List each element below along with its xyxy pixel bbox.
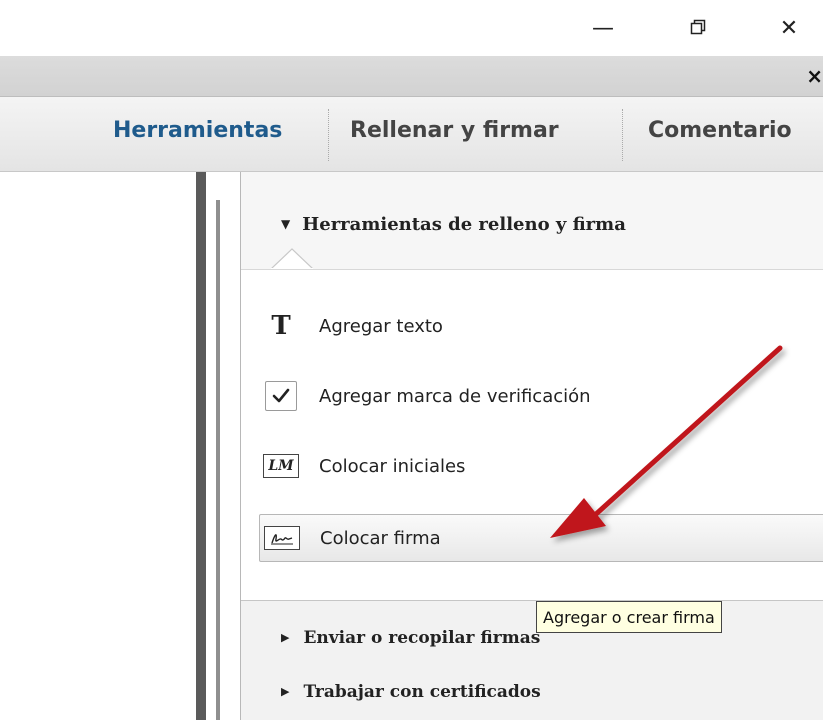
expand-triangle-icon: ▶ [281, 685, 290, 698]
tool-label: Colocar iniciales [319, 455, 466, 477]
close-icon: ✕ [779, 15, 799, 41]
tooltip: Agregar o crear firma [536, 601, 722, 633]
tool-label: Agregar texto [319, 315, 443, 337]
panel-splitter[interactable] [216, 200, 220, 720]
document-strip: × [0, 56, 823, 97]
subsection-label: Enviar o recopilar firmas [303, 628, 541, 648]
annotation-arrow [550, 345, 783, 538]
restore-button[interactable] [675, 10, 721, 46]
document-area [0, 172, 206, 720]
signature-icon [262, 518, 302, 558]
tab-bar: Herramientas Rellenar y firmar Comentari… [0, 97, 823, 172]
section-notch [271, 248, 313, 270]
section-work-with-certificates[interactable]: ▶ Trabajar con certificados [281, 682, 541, 702]
initials-icon-text: LM [268, 458, 294, 474]
minimize-button[interactable]: — [580, 10, 626, 46]
tab-comentario[interactable]: Comentario [648, 118, 792, 143]
section-title-fill-sign[interactable]: ▼ Herramientas de relleno y firma [281, 214, 626, 235]
section-title-label: Herramientas de relleno y firma [302, 214, 626, 235]
restore-icon [690, 16, 706, 41]
section-send-collect-signatures[interactable]: ▶ Enviar o recopilar firmas [281, 628, 540, 648]
text-icon: T [271, 311, 291, 341]
tool-label: Colocar firma [320, 527, 441, 549]
collapse-triangle-icon: ▼ [281, 217, 291, 231]
title-bar: — ✕ [0, 0, 823, 56]
tab-herramientas[interactable]: Herramientas [113, 118, 282, 143]
close-document-icon[interactable]: × [806, 64, 823, 88]
tab-rellenar-y-firmar[interactable]: Rellenar y firmar [350, 118, 559, 143]
subsection-label: Trabajar con certificados [303, 682, 541, 702]
expand-triangle-icon: ▶ [281, 631, 290, 644]
initials-icon: LM [261, 446, 301, 486]
minimize-icon: — [592, 15, 614, 41]
tooltip-text: Agregar o crear firma [543, 607, 715, 627]
checkmark-icon [261, 376, 301, 416]
tab-separator [622, 109, 623, 161]
close-window-button[interactable]: ✕ [766, 10, 812, 46]
tab-separator [328, 109, 329, 161]
section-header[interactable]: ▼ Herramientas de relleno y firma [241, 172, 823, 270]
